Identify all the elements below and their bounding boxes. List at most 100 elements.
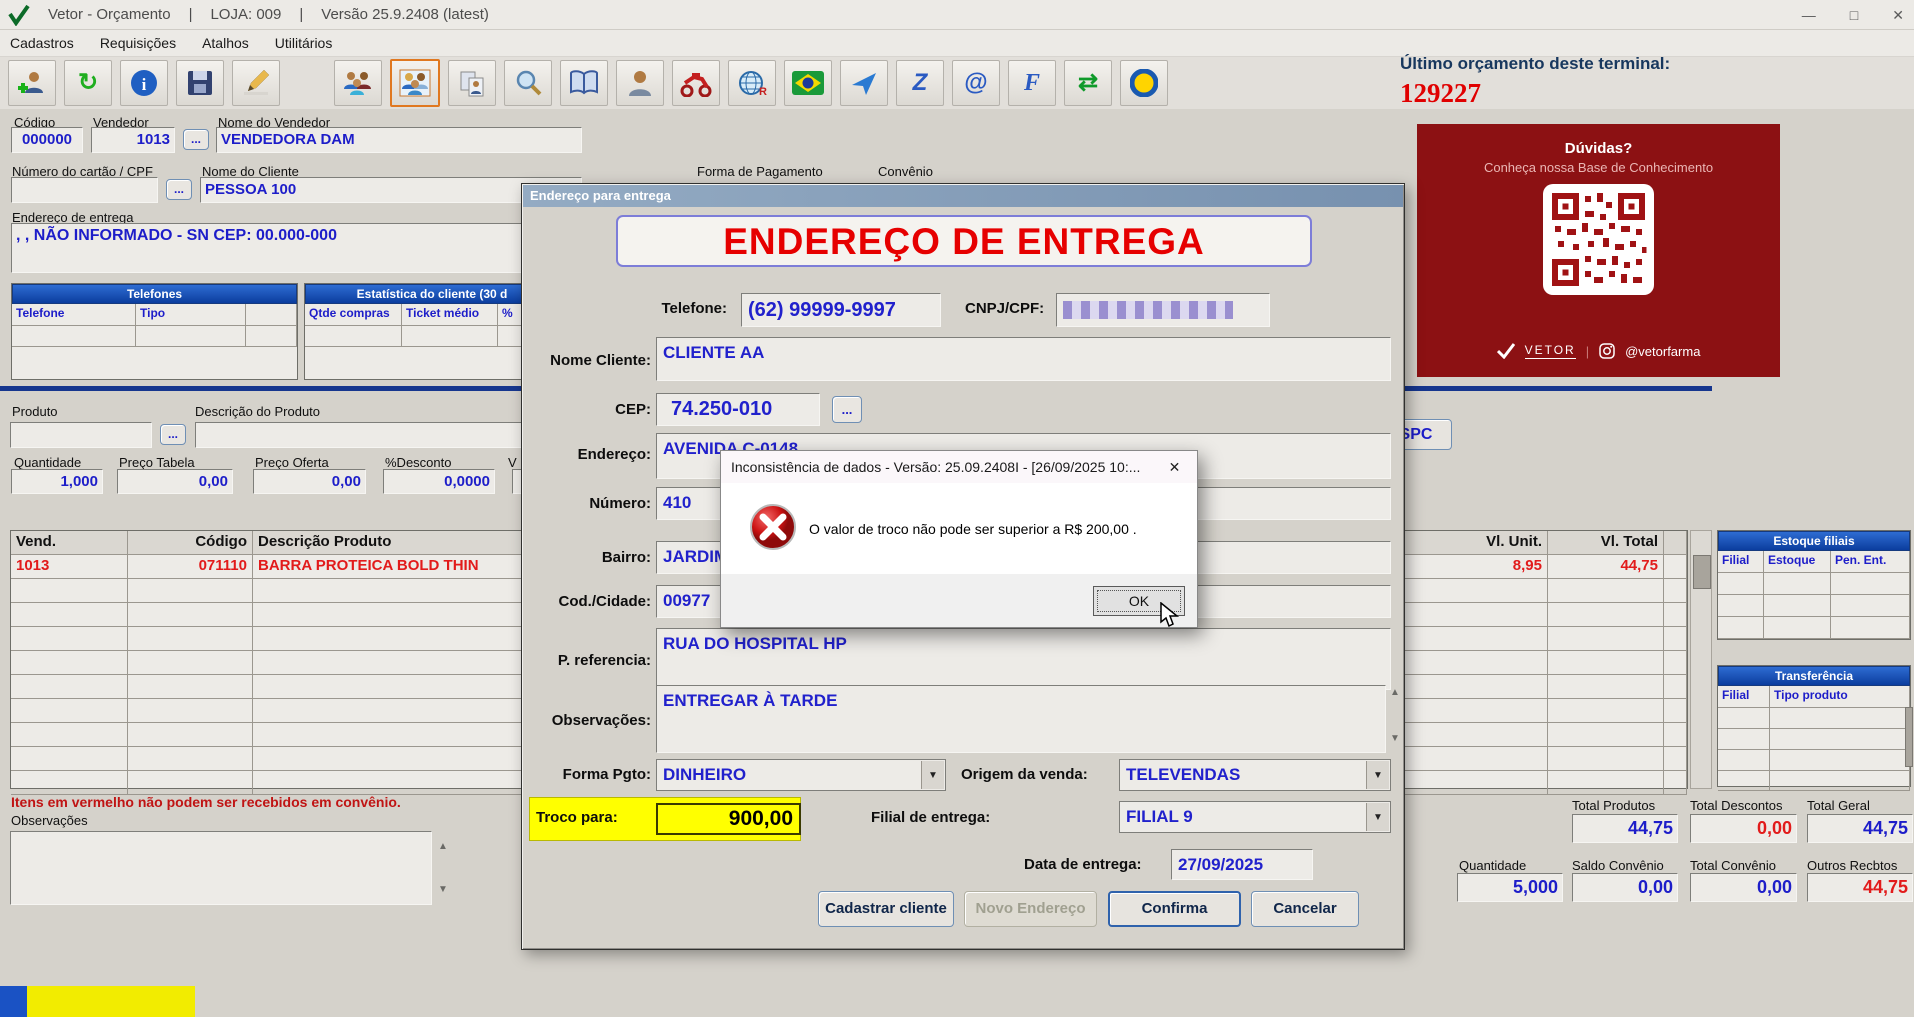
nome-vendedor-field[interactable]: VENDEDORA DAM [216, 127, 582, 153]
delivery-motorcycle-icon[interactable] [672, 60, 720, 106]
observacoes-label: Observações [11, 813, 88, 828]
data-entrega-field[interactable]: 27/09/2025 [1171, 849, 1313, 880]
phones-col-extra [246, 304, 297, 325]
forma-pgto-dropdown[interactable]: DINHEIRO ▼ [656, 759, 946, 791]
cliente-browse-button[interactable]: ... [166, 179, 192, 200]
filial-entrega-dropdown[interactable]: FILIAL 9 ▼ [1119, 801, 1391, 833]
table-row[interactable] [1718, 708, 1910, 729]
clients-group-icon[interactable] [334, 60, 382, 106]
ok-button[interactable]: OK [1093, 586, 1185, 616]
total-produtos-label: Total Produtos [1572, 798, 1656, 813]
observacoes-textarea[interactable] [10, 831, 432, 905]
table-row[interactable] [12, 347, 297, 379]
menu-cadastros[interactable]: Cadastros [10, 35, 74, 51]
telefone-field[interactable]: (62) 99999-9997 [741, 293, 941, 327]
referencia-field[interactable]: RUA DO HOSPITAL HP [656, 628, 1391, 690]
target-icon[interactable] [1120, 60, 1168, 106]
error-icon [749, 503, 797, 554]
observacoes-modal-label: Observações: [551, 712, 651, 729]
troco-field[interactable]: 900,00 [656, 803, 801, 835]
convenio-label: Convênio [878, 164, 933, 179]
save-icon[interactable] [176, 60, 224, 106]
total-geral-field: 44,75 [1807, 814, 1913, 843]
troco-label: Troco para: [536, 809, 618, 826]
total-convenio-field: 0,00 [1690, 873, 1797, 902]
titlebar-separator: | [299, 6, 304, 23]
vendedor-browse-button[interactable]: ... [183, 129, 209, 150]
modal-obs-scroll-up-icon[interactable]: ▲ [1390, 687, 1400, 698]
preco-oferta-field[interactable]: 0,00 [253, 469, 366, 494]
obs-scroll-down-icon[interactable]: ▼ [438, 884, 448, 895]
store-number: LOJA: 009 [210, 6, 282, 23]
quantidade-field[interactable]: 1,000 [11, 469, 103, 494]
compass-icon[interactable]: @ [952, 60, 1000, 106]
convenio-warning-text: Itens em vermelho não podem ser recebido… [11, 794, 401, 810]
cancelar-button[interactable]: Cancelar [1251, 891, 1359, 927]
origem-venda-dropdown[interactable]: TELEVENDAS ▼ [1119, 759, 1391, 791]
table-row[interactable] [1718, 595, 1910, 617]
customer-icon[interactable] [616, 60, 664, 106]
edit-pencil-icon[interactable] [232, 60, 280, 106]
minimize-button[interactable]: — [1802, 7, 1816, 23]
numero-label: Número: [589, 495, 651, 512]
nome-cliente-modal-field[interactable]: CLIENTE AA [656, 337, 1391, 381]
items-grid-scrollbar[interactable] [1690, 530, 1712, 789]
catalog-book-icon[interactable] [560, 60, 608, 106]
search-icon[interactable] [504, 60, 552, 106]
add-client-icon[interactable] [8, 60, 56, 106]
item-vl-total: 44,75 [1548, 555, 1664, 578]
preco-tabela-field[interactable]: 0,00 [117, 469, 233, 494]
modal-titlebar[interactable]: Endereço para entrega [523, 185, 1403, 207]
transfer-scrollbar[interactable] [1905, 707, 1913, 767]
table-row[interactable] [1718, 729, 1910, 750]
cartao-cpf-field[interactable] [11, 177, 158, 203]
table-row[interactable] [1718, 617, 1910, 639]
origem-venda-label: Origem da venda: [961, 766, 1088, 783]
vendedor-field[interactable]: 1013 [91, 127, 175, 153]
menu-requisicoes[interactable]: Requisições [100, 35, 176, 51]
desconto-field[interactable]: 0,0000 [383, 469, 495, 494]
col-codigo: Código [128, 531, 253, 554]
cep-browse-button[interactable]: ... [832, 396, 862, 423]
novo-endereco-button: Novo Endereço [964, 891, 1097, 927]
refresh-icon[interactable]: ↻ [64, 60, 112, 106]
produto-field[interactable] [10, 422, 152, 448]
close-button[interactable]: ✕ [1892, 7, 1904, 24]
obs-scroll-up-icon[interactable]: ▲ [438, 841, 448, 852]
copy-client-icon[interactable] [448, 60, 496, 106]
kb-title: Dúvidas? [1564, 140, 1633, 157]
plane-icon[interactable] [840, 60, 888, 106]
script-z-icon[interactable]: Z [896, 60, 944, 106]
codigo-field[interactable]: 000000 [11, 127, 83, 153]
table-row[interactable] [12, 326, 297, 347]
produto-browse-button[interactable]: ... [160, 424, 186, 445]
bottom-blue-block [0, 986, 27, 1017]
web-globe-icon[interactable]: R [728, 60, 776, 106]
cnpj-redacted-value [1063, 301, 1233, 319]
modal-obs-scroll-down-icon[interactable]: ▼ [1390, 733, 1400, 744]
kb-subtitle: Conheça nossa Base de Conhecimento [1483, 160, 1714, 175]
observacoes-modal-field[interactable]: ENTREGAR À TARDE [656, 685, 1386, 753]
maximize-button[interactable]: □ [1850, 7, 1858, 23]
cadastrar-cliente-button[interactable]: Cadastrar cliente [818, 891, 954, 927]
menu-atalhos[interactable]: Atalhos [202, 35, 249, 51]
info-icon[interactable]: i [120, 60, 168, 106]
cep-field[interactable]: 74.250-010 [656, 393, 820, 426]
col-spacer [1664, 531, 1687, 554]
table-row[interactable] [1718, 750, 1910, 771]
stats-col-ticket: Ticket médio [402, 304, 498, 325]
formula-f-icon[interactable]: F [1008, 60, 1056, 106]
table-row[interactable] [1718, 771, 1910, 791]
confirma-button[interactable]: Confirma [1108, 891, 1241, 927]
brazil-flag-icon[interactable] [784, 60, 832, 106]
quantidade-total-label: Quantidade [1459, 858, 1527, 873]
table-row[interactable] [1718, 573, 1910, 595]
item-codigo: 071110 [128, 555, 253, 578]
sync-icon[interactable]: ⇄ [1064, 60, 1112, 106]
total-descontos-label: Total Descontos [1690, 798, 1783, 813]
dialog-close-icon[interactable]: ✕ [1152, 451, 1197, 483]
saldo-convenio-label: Saldo Convênio [1572, 858, 1664, 873]
cnpj-field[interactable] [1056, 293, 1270, 327]
menu-utilitarios[interactable]: Utilitários [275, 35, 333, 51]
client-photos-icon[interactable] [390, 59, 440, 107]
